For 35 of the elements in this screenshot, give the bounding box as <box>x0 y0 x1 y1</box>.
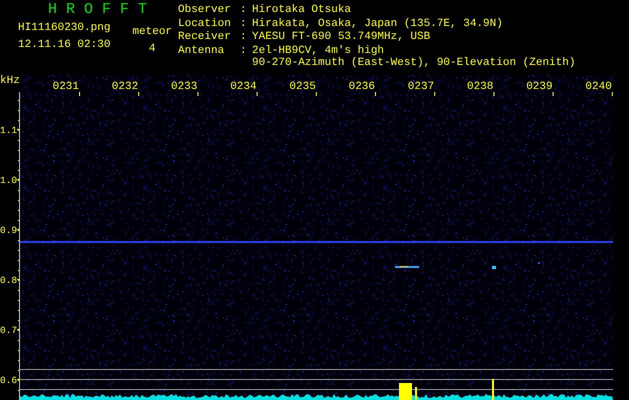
info-label: Receiver <box>178 31 232 44</box>
app-title: H R O F F T <box>48 2 148 18</box>
time-label: 0233 <box>171 81 198 93</box>
frequency-label: 0.9 <box>0 225 18 236</box>
timestamp: 12.11.16 02:30 <box>18 39 110 51</box>
info-value: Hirotaka Otsuka <box>252 4 352 16</box>
separator: : <box>240 44 248 58</box>
separator: : <box>240 18 248 31</box>
frequency-label: 0.6 <box>0 375 18 386</box>
info-label: Observer <box>178 4 232 18</box>
separator: : <box>240 31 248 44</box>
separator: : <box>240 4 248 18</box>
meteor-label: meteor <box>132 26 172 38</box>
time-label: 0232 <box>112 81 138 93</box>
info-value: 2el-HB9CV, 4m's high <box>252 44 386 56</box>
meteor-count: 4 <box>148 43 156 55</box>
frequency-label: 1.1 <box>0 125 18 136</box>
time-label: 0236 <box>348 81 375 93</box>
info-value: Hirakata, Osaka, Japan (135.7E, 34.9N) <box>252 18 504 30</box>
info-value: 90-270-Azimuth (East-West), 90-Elevation (Zenith) <box>252 56 576 68</box>
time-label: 0238 <box>467 81 494 93</box>
frequency-label: 0.7 <box>0 325 18 336</box>
time-label: 0240 <box>585 81 612 93</box>
axis-unit: kHz <box>0 75 20 87</box>
info-value: YAESU FT-690 53.749MHz, USB <box>252 31 432 43</box>
time-label: 0235 <box>289 81 316 93</box>
info-label: Antenna <box>178 44 226 58</box>
frequency-label: 0.8 <box>0 275 18 286</box>
time-label: 0231 <box>52 81 79 93</box>
time-label: 0237 <box>408 81 434 93</box>
time-label: 0239 <box>526 81 553 93</box>
frequency-label: 1.0 <box>0 175 18 186</box>
info-label: Location <box>178 18 232 31</box>
file-name: HI11160230.png <box>18 22 110 34</box>
time-label: 0234 <box>230 81 257 93</box>
